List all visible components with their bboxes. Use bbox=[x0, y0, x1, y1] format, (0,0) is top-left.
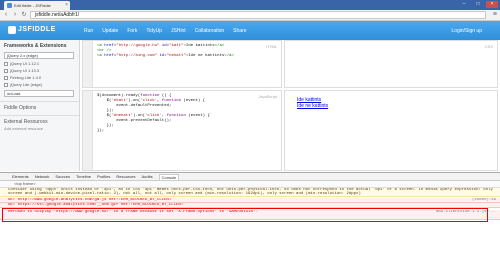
console-error-source[interactable]: (index):49 bbox=[472, 198, 496, 202]
tab-resources[interactable]: Resources bbox=[116, 174, 135, 179]
checkbox-icon[interactable] bbox=[4, 68, 8, 73]
external-resources-link[interactable]: External Resources bbox=[0, 116, 79, 125]
result-panel: Ide kattints Ide ne kattints bbox=[284, 90, 498, 171]
checkbox-icon[interactable] bbox=[4, 61, 8, 66]
option-item[interactable]: jQuery UI 1.10.3 bbox=[4, 68, 79, 73]
address-row: ‹ › ↻ jsfiddle.net/aAdbfr1/ ≡ bbox=[0, 10, 500, 21]
ide-ne-kattints-link[interactable]: Ide ne kattints bbox=[297, 103, 328, 109]
jsfiddle-header: JSFIDDLE Run Update Fork TidyUp JSHint C… bbox=[0, 21, 500, 40]
tab-console[interactable]: Console bbox=[158, 173, 180, 180]
html-panel[interactable]: <a href="http://google.hu" id="katt">Ide… bbox=[82, 40, 282, 88]
fiddle-options-link[interactable]: Fiddle Options bbox=[0, 102, 79, 111]
html-panel-label: HTML bbox=[266, 44, 277, 49]
run-button[interactable]: Run bbox=[84, 28, 93, 34]
login-link[interactable]: Login/Sign up bbox=[451, 28, 482, 34]
top-actions: Run Update Fork TidyUp JSHint Collaborat… bbox=[84, 21, 247, 40]
address-bar[interactable]: jsfiddle.net/aAdbfr1/ bbox=[30, 11, 486, 19]
tab-timeline[interactable]: Timeline bbox=[76, 174, 91, 179]
maximize-icon[interactable]: □ bbox=[472, 1, 484, 8]
tab-sources[interactable]: Sources bbox=[55, 174, 70, 179]
result-links: Ide kattints Ide ne kattints bbox=[297, 97, 328, 109]
tab-profiles[interactable]: Profiles bbox=[97, 174, 110, 179]
line-gutter bbox=[83, 41, 93, 87]
option-item[interactable]: jQuery Lite (edge) bbox=[4, 82, 79, 87]
close-window-icon[interactable]: × bbox=[486, 1, 498, 8]
checkbox-icon[interactable] bbox=[4, 75, 8, 80]
devtools-tabs: Elements Network Sources Timeline Profil… bbox=[0, 173, 500, 181]
menu-icon[interactable]: ≡ bbox=[493, 11, 497, 19]
tab-elements[interactable]: Elements bbox=[12, 174, 29, 179]
js-panel[interactable]: $(document).ready(function () { $('#katt… bbox=[82, 90, 282, 171]
console-frame-filter[interactable]: <top frame> bbox=[0, 181, 500, 188]
console-error-text: GET https://ssl.google-analytics.com/__u… bbox=[8, 203, 184, 207]
browser-tabbar: Edit fiddle - JSFiddle × – □ × bbox=[0, 0, 500, 10]
reload-icon[interactable]: ↻ bbox=[20, 11, 28, 19]
checkbox-icon[interactable] bbox=[4, 82, 8, 87]
frameworks-heading: Frameworks & Extensions bbox=[4, 43, 67, 49]
window-controls: – □ × bbox=[458, 1, 498, 8]
back-icon[interactable]: ‹ bbox=[2, 11, 10, 19]
jsfiddle-logo-icon bbox=[8, 26, 16, 34]
favicon-icon bbox=[7, 3, 12, 8]
css-panel[interactable]: CSS bbox=[284, 40, 498, 88]
option-item[interactable]: jQuery UI 1.12.1 bbox=[4, 61, 79, 66]
line-gutter bbox=[83, 91, 93, 170]
tab-close-icon[interactable]: × bbox=[65, 1, 68, 10]
load-select[interactable]: onLoad bbox=[4, 90, 74, 97]
option-item[interactable]: Firebug Lite 1.4.0 bbox=[4, 75, 79, 80]
jshint-button[interactable]: JSHint bbox=[171, 28, 186, 34]
js-code[interactable]: $(document).ready(function () { $('#katt… bbox=[97, 94, 210, 134]
sidebar: Frameworks & Extensions jQuery 2.x (edge… bbox=[0, 40, 80, 171]
update-button[interactable]: Update bbox=[102, 28, 118, 34]
collaboration-button[interactable]: Collaboration bbox=[195, 28, 224, 34]
js-panel-label: JavaScript bbox=[258, 94, 277, 99]
css-panel-label: CSS bbox=[484, 44, 493, 49]
tab-audits[interactable]: Audits bbox=[141, 174, 152, 179]
jsfiddle-logo[interactable]: JSFIDDLE bbox=[18, 26, 56, 33]
framework-select[interactable]: jQuery 2.x (edge) bbox=[4, 52, 74, 59]
minimize-icon[interactable]: – bbox=[458, 1, 470, 8]
console-warning: Consider using 'dppx' units instead of '… bbox=[0, 188, 500, 197]
forward-icon[interactable]: › bbox=[11, 11, 19, 19]
console-error-text: GET http://www.google-analytics.com/ga.j… bbox=[8, 198, 172, 202]
tidyup-button[interactable]: TidyUp bbox=[146, 28, 162, 34]
fork-button[interactable]: Fork bbox=[127, 28, 137, 34]
browser-tab[interactable]: Edit fiddle - JSFiddle × bbox=[4, 1, 70, 10]
share-button[interactable]: Share bbox=[233, 28, 246, 34]
annotation-box bbox=[2, 208, 488, 222]
tab-title: Edit fiddle - JSFiddle bbox=[14, 3, 51, 8]
tab-network[interactable]: Network bbox=[35, 174, 50, 179]
console-warning-text: Consider using 'dppx' units instead of '… bbox=[8, 188, 493, 196]
html-code[interactable]: <a href="http://google.hu" id="katt">Ide… bbox=[97, 44, 234, 59]
add-resource-link[interactable]: Add external resource bbox=[0, 125, 79, 131]
